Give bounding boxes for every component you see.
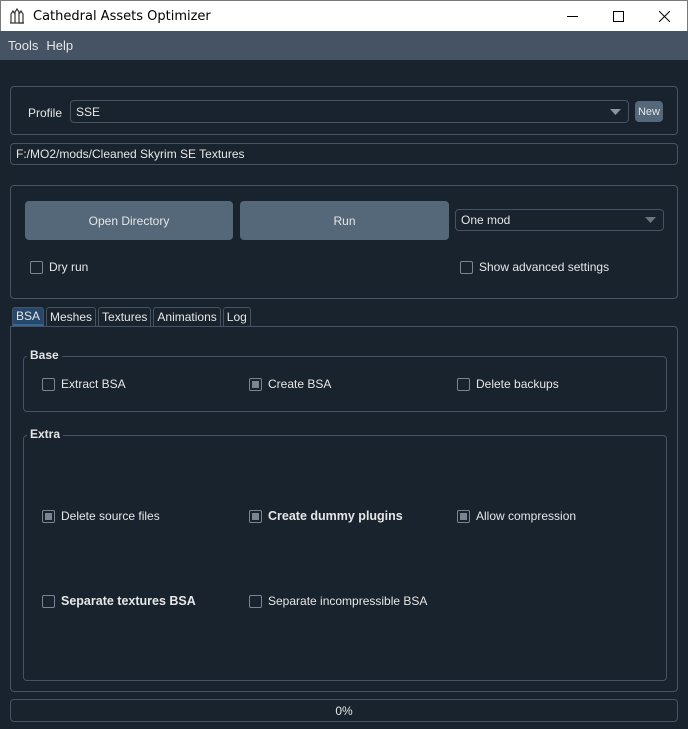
create-bsa-checkbox[interactable]: Create BSA	[249, 377, 331, 391]
open-directory-button[interactable]: Open Directory	[25, 201, 233, 240]
close-icon	[658, 10, 670, 22]
progress-bar: 0%	[10, 699, 678, 722]
allow-compression-checkbox[interactable]: Allow compression	[457, 509, 576, 523]
allow-compression-box[interactable]	[457, 509, 470, 523]
delete-backups-checkbox[interactable]: Delete backups	[457, 377, 559, 391]
show-advanced-checkbox[interactable]: Show advanced settings	[460, 260, 609, 274]
mode-value: One mod	[461, 213, 511, 227]
bsa-tab-pane: Base Extract BSA Create BSA Delete backu…	[10, 326, 678, 692]
window-title: Cathedral Assets Optimizer	[33, 8, 211, 24]
profile-panel: Profile SSE New	[10, 86, 678, 135]
show-advanced-box[interactable]	[460, 260, 473, 274]
dry-run-checkbox[interactable]: Dry run	[30, 260, 88, 274]
delete-source-box[interactable]	[42, 509, 55, 523]
delete-source-checkbox[interactable]: Delete source files	[42, 509, 160, 523]
menu-help[interactable]: Help	[42, 38, 77, 53]
profile-label: Profile	[28, 106, 63, 120]
title-bar: Cathedral Assets Optimizer	[0, 0, 688, 31]
create-dummy-label: Create dummy plugins	[268, 509, 403, 523]
extract-bsa-box[interactable]	[42, 377, 55, 391]
base-group-title: Base	[27, 348, 62, 362]
separate-incompressible-label: Separate incompressible BSA	[268, 594, 428, 608]
profile-select[interactable]: SSE	[70, 100, 629, 123]
chevron-down-icon	[645, 217, 656, 223]
extract-bsa-label: Extract BSA	[61, 377, 126, 391]
profile-value: SSE	[76, 104, 101, 119]
delete-backups-label: Delete backups	[476, 377, 559, 391]
tab-log[interactable]: Log	[222, 307, 251, 326]
action-panel: Open Directory Run One mod Dry run Show …	[10, 185, 678, 299]
delete-backups-box[interactable]	[457, 377, 470, 391]
separate-incompressible-checkbox[interactable]: Separate incompressible BSA	[249, 594, 427, 608]
maximize-button[interactable]	[595, 1, 641, 31]
create-dummy-box[interactable]	[249, 509, 262, 523]
extra-group-title: Extra	[27, 427, 64, 441]
separate-textures-label: Separate textures BSA	[61, 594, 196, 608]
minimize-button[interactable]	[549, 1, 595, 31]
minimize-icon	[566, 15, 578, 17]
menu-tools[interactable]: Tools	[4, 38, 42, 53]
separate-textures-box[interactable]	[42, 594, 55, 608]
maximize-icon	[612, 10, 624, 22]
tab-bsa[interactable]: BSA	[12, 307, 45, 326]
cathedral-icon	[10, 8, 24, 24]
create-bsa-label: Create BSA	[268, 377, 332, 391]
dry-run-box[interactable]	[30, 260, 43, 274]
chevron-down-icon	[610, 108, 621, 115]
mod-path-field[interactable]: F:/MO2/mods/Cleaned Skyrim SE Textures	[10, 143, 678, 165]
dry-run-label: Dry run	[49, 260, 89, 274]
run-button[interactable]: Run	[240, 201, 449, 240]
close-button[interactable]	[641, 1, 687, 31]
new-profile-button[interactable]: New	[635, 101, 663, 122]
tab-meshes[interactable]: Meshes	[46, 307, 97, 326]
menu-bar: Tools Help	[0, 31, 688, 60]
show-advanced-label: Show advanced settings	[479, 260, 610, 274]
separate-textures-checkbox[interactable]: Separate textures BSA	[42, 594, 196, 608]
create-dummy-checkbox[interactable]: Create dummy plugins	[249, 509, 403, 523]
delete-source-label: Delete source files	[61, 509, 160, 523]
extract-bsa-checkbox[interactable]: Extract BSA	[42, 377, 126, 391]
tab-bar: BSA Meshes Textures Animations Log	[12, 307, 253, 326]
tab-animations[interactable]: Animations	[153, 307, 221, 326]
separate-incompressible-box[interactable]	[249, 594, 262, 608]
tab-textures[interactable]: Textures	[98, 307, 152, 326]
create-bsa-box[interactable]	[249, 377, 262, 391]
allow-compression-label: Allow compression	[476, 509, 577, 523]
progress-text: 0%	[335, 703, 353, 718]
mode-select[interactable]: One mod	[455, 209, 664, 231]
extra-group	[23, 435, 667, 681]
